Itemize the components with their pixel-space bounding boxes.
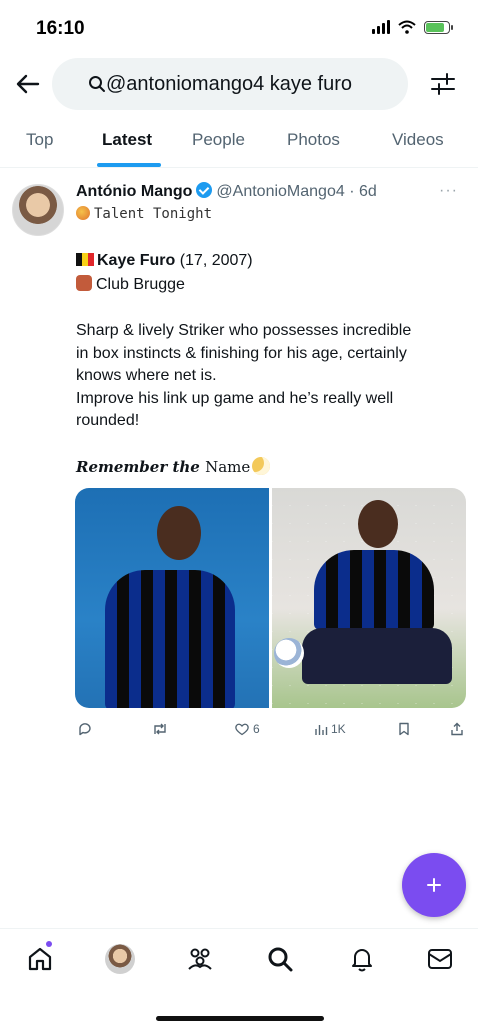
tab-people[interactable]: People xyxy=(192,130,245,150)
moon-emoji-icon xyxy=(252,457,271,475)
avatar[interactable] xyxy=(12,184,64,236)
communities-icon xyxy=(188,948,212,970)
active-tab-indicator xyxy=(97,163,161,167)
tweet-actions: 6 1K xyxy=(76,722,468,742)
tweet-body: Sharp & lively Striker who possesses inc… xyxy=(76,320,466,433)
back-arrow-icon[interactable] xyxy=(14,70,42,98)
tweet-header: António Mango @AntonioMango4 · 6d xyxy=(76,182,377,201)
status-icons xyxy=(372,20,453,34)
retweet-icon xyxy=(154,723,166,735)
football-image xyxy=(274,638,304,668)
home-notification-dot xyxy=(46,941,52,947)
bookmark-button[interactable] xyxy=(398,722,410,736)
tab-photos[interactable]: Photos xyxy=(287,130,340,150)
search-header: @antoniomango4 kaye furo xyxy=(0,58,478,110)
nav-notifications[interactable] xyxy=(346,943,378,975)
like-button[interactable]: 6 xyxy=(234,722,260,736)
club-crest-icon xyxy=(76,275,92,291)
author-handle[interactable]: @AntonioMango4 · 6d xyxy=(216,183,376,200)
view-count: 1K xyxy=(331,722,346,736)
share-icon xyxy=(451,722,463,736)
avatar xyxy=(105,944,135,974)
views-icon xyxy=(315,725,328,735)
reply-button[interactable] xyxy=(78,722,92,736)
retweet-button[interactable] xyxy=(152,722,168,736)
remember-name: Name xyxy=(205,458,251,476)
remember-line: Remember the Name xyxy=(76,457,271,476)
nav-messages[interactable] xyxy=(424,943,456,975)
wifi-icon xyxy=(398,20,416,34)
tab-videos[interactable]: Videos xyxy=(392,130,444,150)
body-line: in box instincts & finishing for his age… xyxy=(76,344,407,362)
views-button[interactable]: 1K xyxy=(314,722,346,736)
status-bar: 16:10 xyxy=(0,0,478,56)
tab-latest[interactable]: Latest xyxy=(102,130,152,150)
author-name[interactable]: António Mango xyxy=(76,183,192,200)
home-icon xyxy=(28,947,52,971)
home-indicator xyxy=(156,1016,324,1021)
tab-top[interactable]: Top xyxy=(26,130,53,150)
messages-icon xyxy=(428,949,452,969)
status-time: 16:10 xyxy=(36,18,85,39)
search-icon xyxy=(89,76,105,92)
notifications-icon xyxy=(352,949,372,972)
body-line: knows where net is. xyxy=(76,367,217,384)
verified-badge-icon xyxy=(196,182,213,198)
filter-icon[interactable] xyxy=(428,70,458,98)
share-button[interactable] xyxy=(450,722,464,736)
signal-icon xyxy=(372,20,390,34)
player-details: (17, 2007) xyxy=(175,252,253,269)
like-count: 6 xyxy=(253,722,260,736)
body-line: Sharp & lively Striker who possesses inc… xyxy=(76,322,412,339)
player-line: Kaye Furo (17, 2007) xyxy=(76,252,253,270)
tweet-media[interactable] xyxy=(75,488,466,708)
search-input[interactable]: @antoniomango4 kaye furo xyxy=(52,58,408,110)
nav-home[interactable] xyxy=(24,943,56,975)
player-photo-right[interactable] xyxy=(272,488,466,708)
subtitle-text: Talent Tonight xyxy=(94,206,213,222)
more-options-icon[interactable]: ··· xyxy=(439,182,458,200)
nav-communities[interactable] xyxy=(184,943,216,975)
remember-prefix: Remember the xyxy=(76,458,200,476)
search-query: @antoniomango4 kaye furo xyxy=(106,72,353,95)
nav-search[interactable] xyxy=(264,943,296,975)
belgium-flag-icon xyxy=(76,253,94,266)
player-name: Kaye Furo xyxy=(97,252,176,269)
player-photo-left[interactable] xyxy=(75,488,269,708)
reply-icon xyxy=(79,723,91,736)
club-name: Club Brugge xyxy=(96,276,185,293)
tweet-subtitle: Talent Tonight xyxy=(76,206,212,222)
nav-profile[interactable] xyxy=(104,943,136,975)
search-tabs: Top Latest People Photos Videos xyxy=(0,118,478,168)
bookmark-icon xyxy=(399,722,409,736)
search-icon xyxy=(268,947,293,972)
like-icon xyxy=(235,723,249,736)
body-line: Improve his link up game and he’s really… xyxy=(76,389,394,407)
body-line: rounded! xyxy=(76,412,140,429)
battery-icon xyxy=(424,20,453,34)
compose-button[interactable] xyxy=(402,853,466,917)
bottom-nav xyxy=(0,928,478,992)
club-line: Club Brugge xyxy=(76,275,185,294)
mango-emoji-icon xyxy=(76,206,90,220)
